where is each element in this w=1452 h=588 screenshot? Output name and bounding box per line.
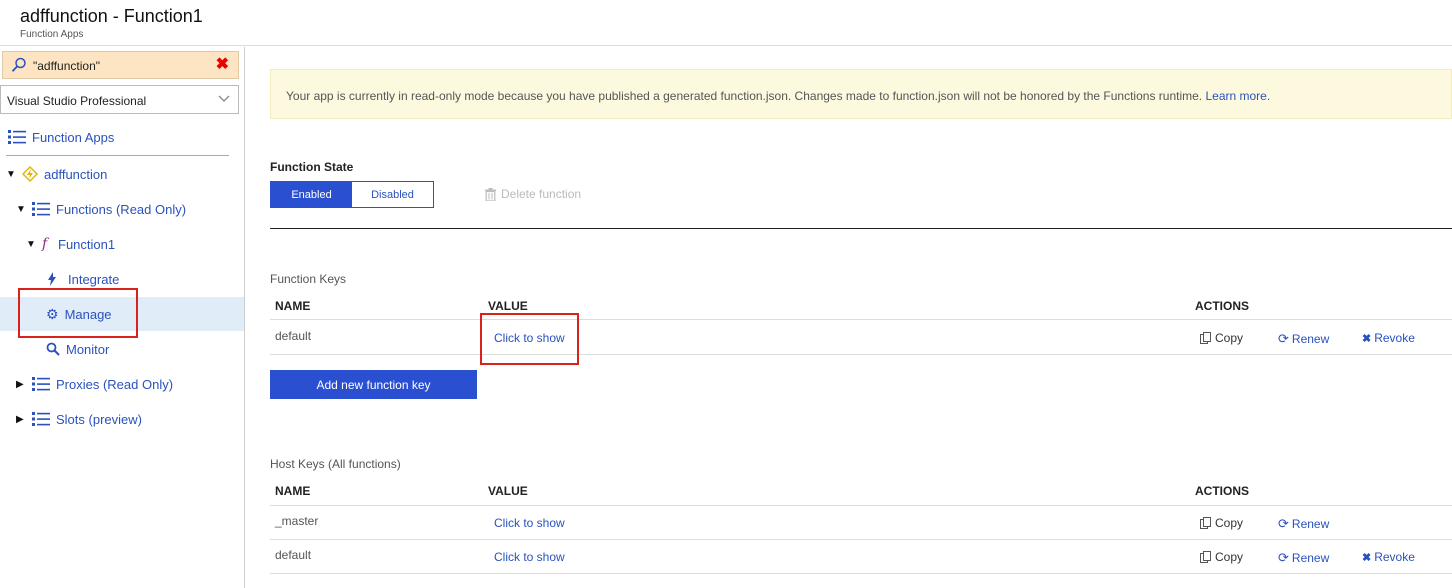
copy-icon <box>1200 332 1212 344</box>
copy-icon <box>1200 551 1212 563</box>
main-panel: Your app is currently in read-only mode … <box>245 47 1452 588</box>
key-name: default <box>275 548 312 562</box>
click-to-show-highlight-box <box>480 313 579 365</box>
subscription-value: Visual Studio Professional <box>7 94 147 108</box>
banner-text: Your app is currently in read-only mode … <box>286 89 1270 103</box>
copy-icon <box>1200 517 1212 529</box>
lightning-icon <box>46 272 58 286</box>
column-header-name: NAME <box>275 484 311 498</box>
refresh-icon: ⟳ <box>1278 550 1289 565</box>
refresh-icon: ⟳ <box>1278 331 1289 346</box>
copy-button[interactable]: Copy <box>1200 331 1243 345</box>
tree-item-label: Monitor <box>66 341 110 357</box>
sidebar-divider <box>6 155 229 156</box>
tree-item-slots[interactable]: ▶ Slots (preview) <box>16 404 142 434</box>
list-icon <box>32 201 50 217</box>
disabled-option[interactable]: Disabled <box>352 182 433 207</box>
table-row-divider <box>270 319 1452 320</box>
expand-right-icon[interactable]: ▶ <box>16 379 28 390</box>
close-icon: ✖ <box>1362 551 1372 564</box>
list-icon <box>32 411 50 427</box>
blade-header: adffunction - Function1 Function Apps <box>0 0 1452 46</box>
copy-button[interactable]: Copy <box>1200 550 1243 564</box>
revoke-label: Revoke <box>1374 331 1415 345</box>
copy-label: Copy <box>1215 516 1244 530</box>
page-subtitle: Function Apps <box>20 29 84 40</box>
click-to-show-link[interactable]: Click to show <box>494 550 565 564</box>
function-state-label: Function State <box>270 160 354 174</box>
add-function-key-button[interactable]: Add new function key <box>270 370 477 399</box>
tree-item-label: Function1 <box>58 236 116 252</box>
tree-item-label: Functions (Read Only) <box>56 201 187 217</box>
renew-button[interactable]: ⟳ Renew <box>1278 516 1329 532</box>
revoke-button[interactable]: ✖ Revoke <box>1362 550 1415 564</box>
expand-down-icon[interactable]: ▼ <box>16 204 28 215</box>
list-icon <box>8 129 26 145</box>
function-keys-title: Function Keys <box>270 272 347 286</box>
tree-item-label: Slots (preview) <box>56 411 142 427</box>
function-app-icon <box>22 166 38 182</box>
key-name: default <box>275 329 312 343</box>
table-row-divider <box>270 573 1452 574</box>
copy-label: Copy <box>1215 331 1244 345</box>
table-row-divider <box>270 354 1452 355</box>
learn-more-link[interactable]: Learn more. <box>1205 89 1270 103</box>
tree-item-label: adffunction <box>44 166 108 182</box>
tree-item-label: Proxies (Read Only) <box>56 376 174 392</box>
table-row-divider <box>270 505 1452 506</box>
manage-highlight-box <box>18 288 138 338</box>
renew-button[interactable]: ⟳ Renew <box>1278 550 1329 566</box>
refresh-icon: ⟳ <box>1278 516 1289 531</box>
search-icon <box>46 342 60 356</box>
key-name: _master <box>275 514 319 528</box>
read-only-banner: Your app is currently in read-only mode … <box>270 69 1452 119</box>
sidebar: "adffunction" ✖ Visual Studio Profession… <box>0 47 245 588</box>
trash-icon <box>485 187 496 201</box>
revoke-label: Revoke <box>1374 550 1415 564</box>
search-icon <box>11 57 27 76</box>
renew-label: Renew <box>1291 332 1330 346</box>
banner-message: Your app is currently in read-only mode … <box>286 89 1203 103</box>
expand-down-icon[interactable]: ▼ <box>26 239 38 250</box>
tree-item-adffunction[interactable]: ▼ adffunction <box>6 159 107 189</box>
column-header-value: VALUE <box>488 484 528 498</box>
expand-right-icon[interactable]: ▶ <box>16 414 28 425</box>
revoke-button[interactable]: ✖ Revoke <box>1362 331 1415 345</box>
chevron-down-icon <box>218 92 230 107</box>
search-input[interactable]: "adffunction" ✖ <box>2 51 239 79</box>
tree-item-label: Integrate <box>68 271 120 287</box>
search-query: "adffunction" <box>33 59 101 73</box>
nav-function-apps-label: Function Apps <box>32 129 115 145</box>
tree-item-monitor[interactable]: Monitor <box>46 334 109 364</box>
column-header-actions: ACTIONS <box>1195 484 1249 498</box>
section-divider <box>270 228 1452 229</box>
page-title: adffunction - Function1 <box>20 6 203 26</box>
host-keys-title: Host Keys (All functions) <box>270 457 401 471</box>
expand-down-icon[interactable]: ▼ <box>6 169 18 180</box>
click-to-show-link[interactable]: Click to show <box>494 516 565 530</box>
column-header-name: NAME <box>275 299 311 313</box>
clear-search-icon[interactable]: ✖ <box>216 57 229 73</box>
renew-button[interactable]: ⟳ Renew <box>1278 331 1329 347</box>
delete-function-button[interactable]: Delete function <box>485 187 581 201</box>
tree-item-proxies[interactable]: ▶ Proxies (Read Only) <box>16 369 173 399</box>
enabled-option[interactable]: Enabled <box>271 182 352 207</box>
list-icon <box>32 376 50 392</box>
renew-label: Renew <box>1291 551 1330 565</box>
function-state-toggle: Enabled Disabled <box>270 181 434 208</box>
tree-item-function1[interactable]: ▼ f Function1 <box>26 229 115 259</box>
close-icon: ✖ <box>1362 332 1372 345</box>
subscription-select[interactable]: Visual Studio Professional <box>0 85 239 114</box>
column-header-actions: ACTIONS <box>1195 299 1249 313</box>
renew-label: Renew <box>1291 517 1330 531</box>
nav-function-apps[interactable]: Function Apps <box>8 122 114 152</box>
delete-function-label: Delete function <box>501 187 582 201</box>
copy-label: Copy <box>1215 550 1244 564</box>
column-header-value: VALUE <box>488 299 528 313</box>
table-row-divider <box>270 539 1452 540</box>
function-icon: f <box>42 236 48 252</box>
copy-button[interactable]: Copy <box>1200 516 1243 530</box>
tree-item-functions[interactable]: ▼ Functions (Read Only) <box>16 194 186 224</box>
